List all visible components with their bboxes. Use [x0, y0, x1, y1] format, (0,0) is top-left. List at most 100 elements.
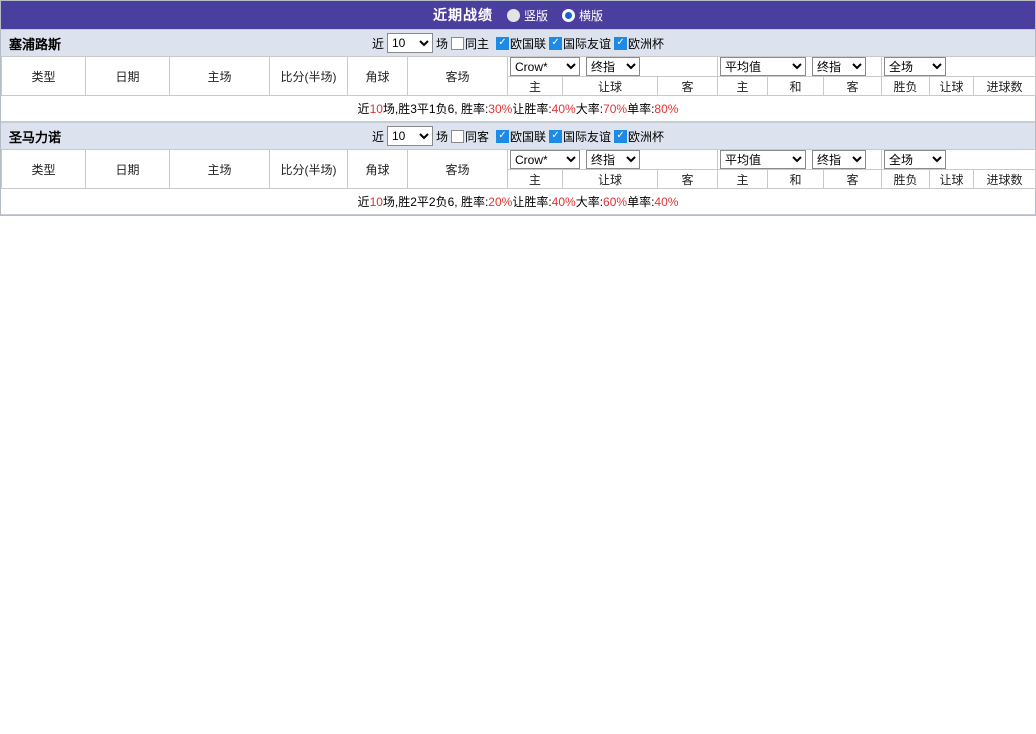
col-header-avg-draw: 和: [767, 76, 825, 96]
summary-text-segment: 40%: [551, 194, 576, 209]
final-odds-select[interactable]: 终指: [812, 57, 867, 76]
col-header-avg-home: 主: [717, 76, 769, 96]
col-header-home: 主场: [169, 56, 270, 96]
checkbox-label: 欧国联: [510, 36, 547, 51]
filter-bar: 近 10 场 同客 ✓ 欧国联 ✓ 国际友谊 ✓ 欧洲杯: [372, 126, 664, 146]
view-option-horizontal[interactable]: 横版: [562, 7, 603, 24]
league-filter-euro[interactable]: ✓ 欧洲杯: [614, 35, 664, 52]
radio-label: 横版: [579, 8, 604, 23]
summary-text-segment: 60%: [603, 194, 628, 209]
team-section-san-marino: 圣马力诺 近 10 场 同客 ✓ 欧国联 ✓ 国际友谊 ✓ 欧洲杯 类型 日期 …: [1, 122, 1036, 215]
league-filter-uefa-nations[interactable]: ✓ 欧国联: [496, 128, 546, 145]
checkbox-checked-icon: ✓: [549, 36, 563, 50]
col-header-odds-away: 客: [656, 76, 719, 96]
col-header-result-handicap: 让球: [929, 76, 975, 96]
checkbox-unchecked-icon: [450, 129, 464, 143]
col-header-result-handicap: 让球: [929, 169, 975, 189]
games-label: 场: [435, 36, 448, 51]
summary-text-segment: 30%: [488, 101, 513, 116]
checkbox-label: 国际友谊: [563, 36, 612, 51]
col-header-home: 主场: [169, 149, 270, 189]
summary-text-segment: 80%: [654, 101, 679, 116]
summary-text-segment: 近: [357, 195, 370, 209]
fullmatch-group-header: 全场: [881, 56, 1036, 77]
checkbox-checked-icon: ✓: [614, 36, 628, 50]
col-header-score: 比分(半场): [269, 56, 348, 96]
summary-text-segment: 近: [357, 102, 370, 116]
team-name: 圣马力诺: [9, 129, 62, 145]
table-header: 类型 日期 主场 比分(半场) 角球 客场 Crow*终指 平均值终指 全场: [1, 56, 1036, 96]
league-filter-uefa-nations[interactable]: ✓ 欧国联: [496, 35, 546, 52]
col-header-date: 日期: [85, 56, 170, 96]
final-odds-select[interactable]: 终指: [812, 150, 867, 169]
col-header-avg-away: 客: [823, 76, 883, 96]
final-odds-select[interactable]: 终指: [586, 57, 640, 76]
average-group-header: 平均值 终指: [717, 56, 883, 77]
col-header-type: 类型: [1, 56, 86, 96]
final-odds-select[interactable]: 终指: [586, 150, 640, 169]
bookmaker-select[interactable]: Crow*: [510, 150, 580, 169]
col-header-odds-home: 主: [507, 169, 563, 189]
summary-text-segment: 10: [369, 194, 383, 209]
average-group-header: 平均值 终指: [717, 149, 883, 170]
section-header: 圣马力诺 近 10 场 同客 ✓ 欧国联 ✓ 国际友谊 ✓ 欧洲杯: [1, 122, 1035, 149]
checkbox-checked-icon: ✓: [614, 129, 628, 143]
near-label: 近: [371, 36, 384, 51]
same-venue-checkbox[interactable]: 同客: [450, 128, 489, 145]
league-filter-friendly[interactable]: ✓ 国际友谊: [549, 128, 611, 145]
games-label: 场: [435, 129, 448, 144]
table-header: 类型 日期 主场 比分(半场) 角球 客场 Crow*终指 平均值终指 全场: [1, 149, 1036, 189]
col-header-avg-home: 主: [717, 169, 769, 189]
col-header-result-goals: 进球数: [973, 169, 1036, 189]
col-header-corner: 角球: [347, 149, 408, 189]
matches-table: 类型 日期 主场 比分(半场) 角球 客场 Crow*终指 平均值终指 全场: [1, 56, 1036, 96]
team-name: 塞浦路斯: [9, 36, 62, 52]
average-select[interactable]: 平均值: [720, 57, 807, 76]
average-select[interactable]: 平均值: [720, 150, 807, 169]
full-match-select[interactable]: 全场: [884, 150, 947, 169]
same-venue-checkbox[interactable]: 同主: [450, 35, 489, 52]
col-header-result-wdl: 胜负: [881, 169, 931, 189]
col-header-avg-draw: 和: [767, 169, 825, 189]
summary-text-segment: 20%: [488, 194, 513, 209]
col-header-corner: 角球: [347, 56, 408, 96]
view-option-vertical[interactable]: 竖版: [506, 7, 548, 24]
league-filter-friendly[interactable]: ✓ 国际友谊: [549, 35, 611, 52]
summary-text-segment: 让胜率:: [512, 195, 552, 209]
col-header-score: 比分(半场): [269, 149, 348, 189]
col-header-away: 客场: [407, 56, 508, 96]
checkbox-checked-icon: ✓: [496, 129, 509, 143]
radio-unchecked-icon: [506, 8, 520, 22]
checkbox-checked-icon: ✓: [549, 129, 563, 143]
summary-text-segment: 场,胜2平2负6, 胜率:: [382, 195, 489, 209]
recent-results-panel: 近期战绩 竖版 横版 塞浦路斯 近 10 场 同主 ✓ 欧国联 ✓ 国际友谊 ✓…: [0, 0, 1036, 216]
summary-text-segment: 10: [369, 101, 383, 116]
col-header-type: 类型: [1, 149, 86, 189]
col-header-avg-away: 客: [823, 169, 883, 189]
col-header-away: 客场: [407, 149, 508, 189]
team-section-cyprus: 塞浦路斯 近 10 场 同主 ✓ 欧国联 ✓ 国际友谊 ✓ 欧洲杯 类型 日期 …: [1, 29, 1036, 122]
full-match-select[interactable]: 全场: [884, 57, 947, 76]
section-summary: 近 10 场,胜3平1负6, 胜率: 30% 让胜率: 40% 大率: 70% 单率: 80…: [1, 96, 1035, 122]
summary-text-segment: 大率:: [575, 102, 604, 116]
league-filter-euro[interactable]: ✓ 欧洲杯: [614, 128, 664, 145]
bookmaker-select[interactable]: Crow*: [510, 57, 580, 76]
summary-text-segment: 让胜率:: [512, 102, 552, 116]
fullmatch-group-header: 全场: [881, 149, 1036, 170]
radio-dot-icon: [565, 11, 572, 19]
summary-text-segment: 70%: [603, 101, 628, 116]
title-bar: 近期战绩 竖版 横版: [1, 1, 1035, 29]
summary-text-segment: 40%: [551, 101, 576, 116]
col-header-result-wdl: 胜负: [881, 76, 931, 96]
checkbox-label: 同主: [464, 36, 489, 51]
col-header-odds-handicap: 让球: [562, 169, 658, 189]
recent-count-select[interactable]: 10: [386, 33, 433, 53]
summary-text-segment: 大率:: [575, 195, 604, 209]
recent-count-select[interactable]: 10: [386, 126, 433, 146]
checkbox-label: 欧洲杯: [628, 36, 665, 51]
checkbox-label: 国际友谊: [563, 129, 612, 144]
radio-checked-icon: [562, 8, 575, 22]
checkbox-unchecked-icon: [450, 36, 464, 50]
near-label: 近: [371, 129, 384, 144]
checkbox-label: 同客: [464, 129, 489, 144]
